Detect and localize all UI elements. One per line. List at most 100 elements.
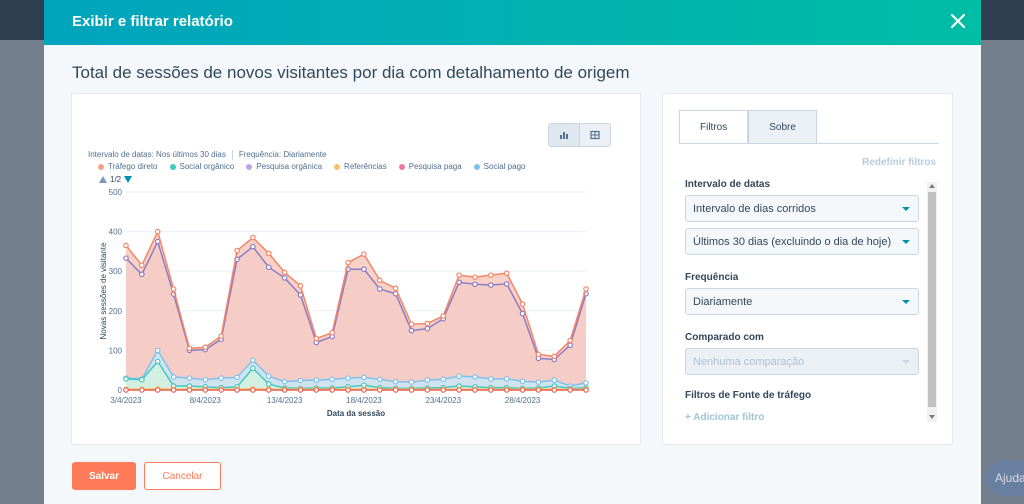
data-point — [408, 379, 415, 385]
chart-view-button[interactable] — [549, 124, 580, 146]
frequency-meta: Frequência: Diariamente — [238, 150, 327, 160]
legend-item[interactable]: Referências — [334, 162, 387, 171]
x-tick-label: 8/4/2023 — [190, 396, 222, 405]
data-point — [170, 286, 177, 292]
scroll-thumb[interactable] — [928, 192, 936, 407]
select-value: Intervalo de dias corridos — [693, 203, 816, 215]
legend-item[interactable]: Pesquisa paga — [398, 162, 462, 171]
tab-about[interactable]: Sobre — [748, 110, 817, 144]
data-point — [154, 347, 161, 354]
scroll-down-icon[interactable] — [929, 415, 935, 419]
pager-prev-icon[interactable] — [99, 176, 107, 183]
close-icon[interactable] — [949, 12, 967, 30]
legend-dot — [398, 163, 405, 170]
compare-label: Comparado com — [685, 332, 764, 343]
select-value: Nenhuma comparação — [693, 356, 805, 368]
data-point — [472, 374, 478, 380]
data-point — [313, 335, 320, 342]
data-point — [583, 286, 589, 292]
reset-filters-link[interactable]: Redefinir filtros — [862, 157, 936, 168]
data-point — [139, 387, 145, 393]
data-point — [551, 387, 558, 393]
data-point — [392, 387, 399, 393]
chevron-down-icon — [902, 360, 910, 364]
filter-panel: Filtros Sobre Redefinir filtros Interval… — [662, 93, 953, 445]
chevron-down-icon — [902, 300, 910, 304]
data-point — [456, 387, 462, 393]
chevron-down-icon — [902, 207, 910, 211]
date-range-select[interactable]: Últimos 30 dias (excluindo o dia de hoje… — [685, 228, 919, 255]
x-tick-label: 13/4/2023 — [267, 396, 303, 405]
data-point — [567, 387, 573, 393]
view-toggle — [548, 123, 611, 147]
help-button[interactable]: Ajuda — [986, 460, 1024, 496]
data-point — [567, 337, 573, 344]
data-point — [503, 376, 510, 382]
source-filters-label: Filtros de Fonte de tráfego — [685, 390, 812, 401]
data-point — [297, 377, 304, 384]
data-point — [376, 277, 383, 284]
data-point — [345, 387, 351, 393]
data-point — [519, 310, 526, 317]
save-button[interactable]: Salvar — [72, 462, 136, 490]
data-point — [250, 243, 256, 250]
y-tick-label: 400 — [109, 228, 123, 237]
date-range-type-select[interactable]: Intervalo de dias corridos — [685, 195, 919, 222]
data-point — [265, 387, 272, 393]
data-point — [519, 387, 526, 393]
frequency-label: Frequência — [685, 272, 739, 283]
data-point — [535, 379, 542, 385]
table-view-button[interactable] — [580, 124, 610, 146]
pager-next-icon[interactable] — [124, 176, 133, 183]
frequency-select[interactable]: Diariamente — [685, 288, 919, 315]
data-point — [281, 378, 288, 385]
legend-item[interactable]: Social orgânico — [169, 162, 235, 171]
scroll-up-icon[interactable] — [929, 184, 935, 188]
data-point — [123, 255, 129, 261]
data-point — [281, 387, 288, 393]
data-point — [186, 345, 193, 352]
data-point — [551, 377, 558, 383]
report-modal: Exibir e filtrar relatório Total de sess… — [44, 0, 981, 504]
data-point — [186, 387, 193, 393]
legend-item[interactable]: Social pago — [473, 162, 525, 171]
data-point — [218, 387, 224, 393]
chart-meta: Intervalo de datas: Nos últimos 30 dias F… — [88, 150, 326, 160]
data-point — [503, 387, 510, 393]
data-point — [250, 387, 256, 393]
x-tick-label: 28/4/2023 — [505, 396, 541, 405]
data-point — [583, 387, 589, 393]
data-point — [297, 387, 304, 393]
data-point — [376, 286, 383, 292]
data-point — [503, 270, 510, 276]
data-point — [424, 377, 431, 383]
data-point — [408, 387, 415, 393]
tab-filters[interactable]: Filtros — [679, 110, 749, 144]
data-point — [488, 387, 494, 393]
add-filter-link[interactable]: + Adicionar filtro — [685, 412, 764, 423]
legend-item[interactable]: Tráfego direto — [98, 162, 158, 171]
compare-select[interactable]: Nenhuma comparação — [685, 348, 919, 375]
select-value: Diariamente — [693, 296, 753, 308]
x-tick-label: 23/4/2023 — [425, 396, 461, 405]
legend-label: Social orgânico — [179, 162, 235, 171]
data-point — [123, 242, 129, 249]
cancel-button[interactable]: Cancelar — [144, 462, 221, 490]
chart-card: 0 100 200 300 400 500 3/4/2023 8/4/2023 13/4/202… — [71, 93, 641, 445]
data-point — [234, 247, 240, 254]
filter-scrollbar[interactable] — [927, 182, 937, 422]
modal-header: Exibir e filtrar relatório — [44, 0, 981, 45]
data-point — [139, 271, 145, 278]
legend-item[interactable]: Pesquisa orgânica — [246, 162, 322, 171]
legend-label: Pesquisa paga — [408, 162, 462, 171]
data-point — [170, 387, 177, 393]
data-point — [361, 266, 367, 273]
y-axis-label: Novas sessões de visitante — [99, 242, 108, 339]
data-point — [313, 387, 320, 393]
legend-dot — [473, 163, 480, 170]
legend-dot — [98, 163, 104, 170]
data-point — [154, 387, 161, 393]
data-point — [313, 377, 320, 383]
x-tick-label: 18/4/2023 — [346, 396, 382, 405]
data-point — [281, 269, 288, 276]
